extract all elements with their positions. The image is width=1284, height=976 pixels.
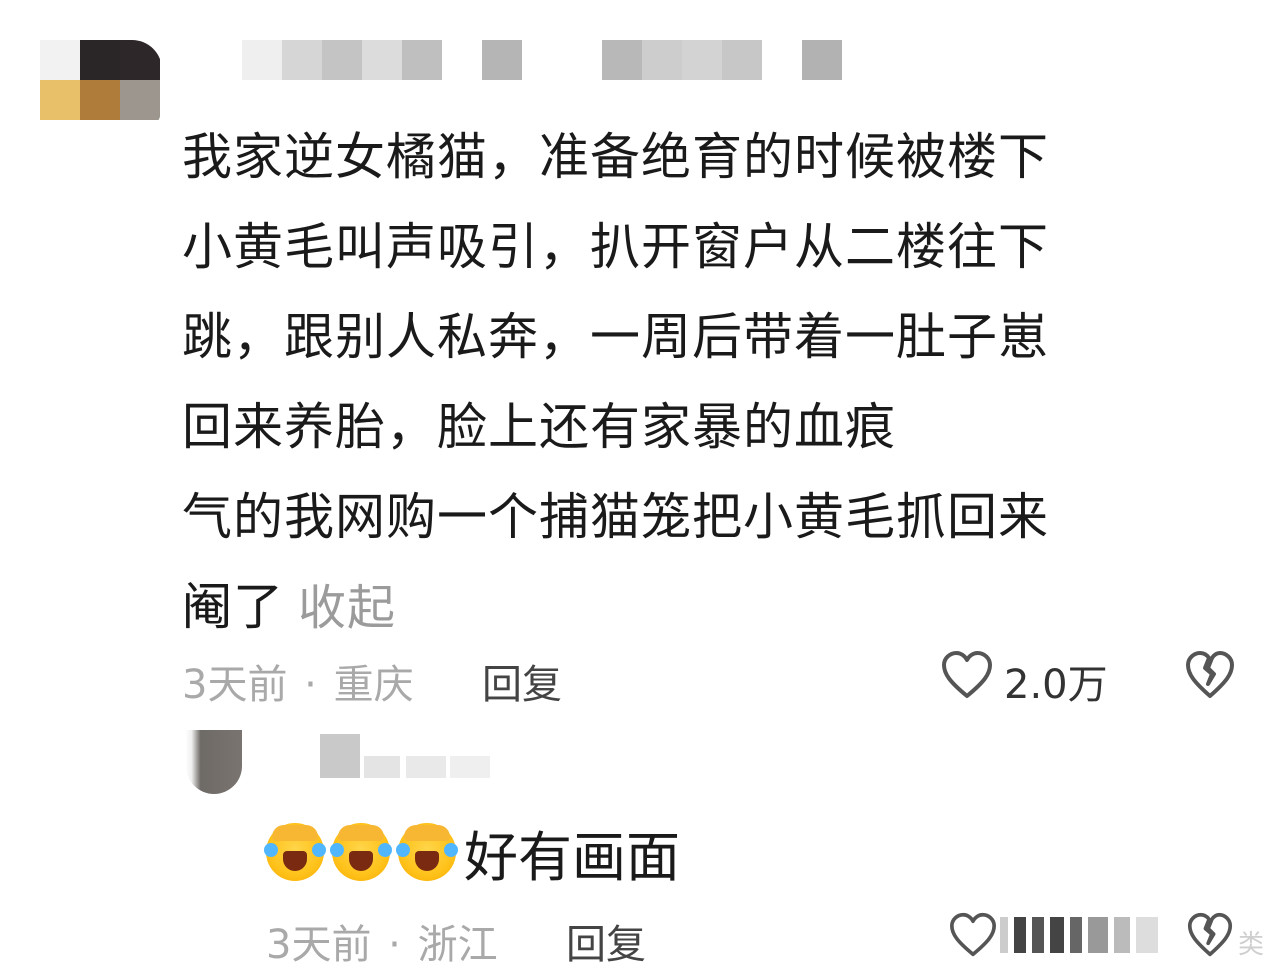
commenter-avatar[interactable] xyxy=(40,40,162,136)
comment-line: 阉了 xyxy=(182,578,284,636)
replier-username-obscured[interactable] xyxy=(320,734,520,788)
comment-last-line: 阉了 收起 xyxy=(182,562,1222,653)
reply-reply-button[interactable]: 回复 xyxy=(566,912,646,970)
reply-like-count-obscured xyxy=(1000,915,1180,955)
comment-meta: 3天前 · 重庆 xyxy=(182,652,414,710)
commenter-username-obscured-4 xyxy=(802,40,842,80)
comment-line: 跳，跟别人私奔，一周后带着一肚子崽 xyxy=(182,308,1049,366)
comment-line: 气的我网购一个捕猫笼把小黄毛抓回来 xyxy=(182,488,1049,546)
meta-separator: · xyxy=(304,662,317,708)
replier-avatar[interactable] xyxy=(186,730,242,794)
broken-heart-icon[interactable] xyxy=(1184,650,1236,700)
reply-time: 3天前 xyxy=(266,922,372,968)
facepalm-emoji-icon xyxy=(264,823,326,881)
comment-body: 我家逆女橘猫，准备绝育的时候被楼下 小黄毛叫声吸引，扒开窗户从二楼往下 跳，跟别… xyxy=(182,112,1222,653)
reply-location: 浙江 xyxy=(417,922,498,968)
facepalm-emoji-icon xyxy=(396,823,458,881)
heart-outline-icon[interactable] xyxy=(940,650,994,700)
reply-text: 好有画面 xyxy=(464,825,680,889)
broken-heart-icon[interactable] xyxy=(1186,912,1234,958)
comment-location: 重庆 xyxy=(333,662,414,708)
facepalm-emoji-icon xyxy=(330,823,392,881)
meta-separator: · xyxy=(388,922,401,968)
reply-button[interactable]: 回复 xyxy=(482,652,562,710)
watermark-text: 类 xyxy=(1238,930,1265,960)
reply-body: 好有画面 xyxy=(264,818,680,889)
commenter-username-obscured-3 xyxy=(602,40,762,80)
heart-outline-icon[interactable] xyxy=(948,912,998,958)
reply-meta: 3天前 · 浙江 xyxy=(266,912,498,970)
like-count: 2.0万 xyxy=(1004,662,1108,708)
comment-line: 小黄毛叫声吸引，扒开窗户从二楼往下 xyxy=(182,218,1049,276)
comment-line: 回来养胎，脸上还有家暴的血痕 xyxy=(182,398,896,456)
collapse-button[interactable]: 收起 xyxy=(298,580,396,636)
comment-line: 我家逆女橘猫，准备绝育的时候被楼下 xyxy=(182,128,1049,186)
commenter-username-obscured[interactable] xyxy=(242,40,442,80)
comment-time: 3天前 xyxy=(182,662,288,708)
commenter-username-obscured-2 xyxy=(482,40,522,80)
